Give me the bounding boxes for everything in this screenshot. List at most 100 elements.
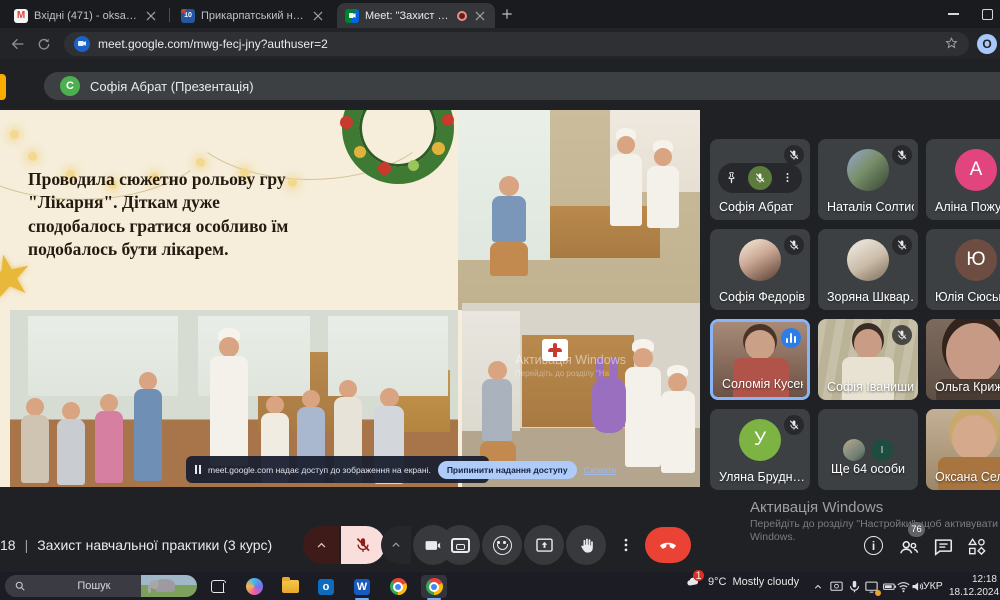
- meeting-details-button[interactable]: i: [864, 536, 886, 558]
- slide-text: Проводила сюжетно рольову гру "Лікарня".…: [28, 168, 458, 261]
- tray-chevron-icon[interactable]: [812, 581, 824, 593]
- tile-sofia-abrat[interactable]: Софія Абрат: [710, 139, 810, 220]
- screen-share-bar: meet.google.com надає доступ до зображен…: [186, 456, 489, 483]
- taskbar-clock[interactable]: 12:18 18.12.2024: [949, 574, 997, 599]
- reactions-button[interactable]: [482, 525, 522, 565]
- word-button[interactable]: W: [349, 575, 375, 598]
- avatar-letter: У: [739, 419, 781, 461]
- mic-off-badge: [784, 415, 804, 435]
- back-icon[interactable]: [10, 36, 26, 52]
- notification-badge: 1: [693, 570, 704, 581]
- cast-icon[interactable]: [829, 579, 844, 594]
- chrome-active-button[interactable]: [421, 575, 447, 598]
- tile-alina-pozhui[interactable]: А Аліна Пожуй: [926, 139, 1000, 220]
- tile-oksana-selep[interactable]: Оксана Селеп: [926, 409, 1000, 490]
- more-options-icon[interactable]: [781, 171, 795, 185]
- clock-time: 12:18: [949, 574, 997, 587]
- browser-toolbar: meet.google.com/mwg-fecj-jny?authuser=2 …: [0, 28, 1000, 59]
- weather-temp: 9°C: [708, 576, 726, 588]
- participant-count-badge: 76: [908, 522, 925, 537]
- participant-name: Аліна Пожуй: [935, 200, 1000, 214]
- activities-button[interactable]: [966, 536, 988, 558]
- participants-grid: Софія Абрат Наталія Солтис А Аліна Пожуй…: [710, 139, 1000, 490]
- slide-photo-purple-bunny: [462, 303, 700, 487]
- avatar-photo: [847, 149, 889, 191]
- meeting-title: Захист навчальної практики (3 курс): [37, 537, 272, 553]
- weather-widget[interactable]: 1 9°C Mostly cloudy: [684, 575, 799, 589]
- end-call-button[interactable]: [645, 527, 691, 563]
- window-minimize-button[interactable]: [936, 0, 970, 28]
- mute-action-icon[interactable]: [748, 166, 772, 190]
- clock-date: 18.12.2024: [949, 587, 997, 600]
- pin-icon[interactable]: [725, 171, 739, 185]
- close-tab-icon[interactable]: [144, 9, 158, 23]
- mic-off-badge: [784, 145, 804, 165]
- participant-name: Ольга Крижан: [935, 380, 1000, 394]
- site-info-icon[interactable]: [74, 36, 90, 52]
- tab-meet-active[interactable]: Meet: "Захист навчальної п: [337, 3, 495, 28]
- tile-sofia-fedoriv[interactable]: Софія Федорів: [710, 229, 810, 310]
- participant-name: Софія Абрат: [719, 200, 806, 214]
- windows-taskbar: Пошук o W 1 9°C Mostly cloudy УКР 12:18 …: [0, 572, 1000, 600]
- participant-name: Наталія Солтис: [827, 200, 914, 214]
- more-options-button[interactable]: [612, 531, 640, 559]
- tile-natalia-soltys[interactable]: Наталія Солтис: [818, 139, 918, 220]
- garland-light: [28, 152, 37, 161]
- address-bar[interactable]: meet.google.com/mwg-fecj-jny?authuser=2: [64, 32, 969, 56]
- new-tab-button[interactable]: [500, 7, 514, 21]
- chrome-button[interactable]: [385, 575, 411, 598]
- avatar-letter: Ю: [955, 239, 997, 281]
- stop-sharing-button[interactable]: Припинити надання доступу: [438, 461, 577, 479]
- mic-control-group: [303, 526, 385, 564]
- presenter-banner[interactable]: С Софія Абрат (Презентація): [44, 72, 1000, 100]
- search-placeholder: Пошук: [77, 580, 133, 592]
- tab-recording-indicator-icon: [457, 11, 467, 21]
- wifi-icon[interactable]: [896, 579, 911, 594]
- mic-options-chevron[interactable]: [303, 526, 339, 564]
- battery-icon[interactable]: [882, 579, 897, 594]
- tile-olha-kryzhan[interactable]: Ольга Крижан: [926, 319, 1000, 400]
- chat-button[interactable]: [932, 536, 954, 558]
- smile-icon: [493, 536, 512, 555]
- tab-title: Вхідні (471) - oksana.selepiy@: [34, 10, 138, 22]
- info-divider: |: [25, 537, 29, 553]
- tab-title: Meet: "Захист навчальної п: [365, 10, 451, 22]
- outlook-button[interactable]: o: [313, 575, 339, 598]
- people-button[interactable]: [898, 536, 920, 558]
- reload-icon[interactable]: [36, 36, 52, 52]
- tab-gmail[interactable]: M Вхідні (471) - oksana.selepiy@: [6, 3, 166, 28]
- bookmark-star-icon[interactable]: [944, 36, 959, 51]
- tile-solomia-kusen-speaking[interactable]: Соломія Кусень: [710, 319, 810, 400]
- close-tab-icon[interactable]: [311, 9, 325, 23]
- mic-muted-button[interactable]: [341, 526, 385, 564]
- garland-light: [196, 158, 205, 167]
- hide-share-bar-link[interactable]: Сховати: [584, 465, 617, 475]
- browser-profile-avatar[interactable]: O: [977, 34, 997, 54]
- tile-yulia-siusko[interactable]: Ю Юлія Сюсько: [926, 229, 1000, 310]
- language-indicator[interactable]: УКР: [923, 580, 943, 592]
- window-maximize-button[interactable]: [970, 0, 1000, 28]
- captions-button[interactable]: [440, 525, 480, 565]
- tile-sofia-ivanyshyn[interactable]: Софія Іванишин: [818, 319, 918, 400]
- taskbar-search[interactable]: Пошук: [5, 575, 197, 597]
- copilot-button[interactable]: [241, 575, 267, 598]
- close-tab-icon[interactable]: [473, 9, 487, 23]
- task-view-button[interactable]: [205, 575, 231, 598]
- url-text[interactable]: meet.google.com/mwg-fecj-jny?authuser=2: [98, 37, 936, 51]
- tile-more-people[interactable]: І Ще 64 особи: [818, 409, 918, 490]
- meeting-info: 18 | Захист навчальної практики (3 курс): [0, 537, 272, 553]
- tile-uliana-brudn[interactable]: У Уляна Брудн…: [710, 409, 810, 490]
- file-explorer-button[interactable]: [277, 575, 303, 598]
- raise-hand-button[interactable]: [566, 525, 606, 565]
- tab-university[interactable]: 10 Прикарпатський національни: [173, 3, 333, 28]
- cc-icon: [451, 538, 470, 553]
- screen-share-tray-icon[interactable]: [864, 579, 879, 594]
- garland-light: [10, 130, 19, 139]
- tray-mic-icon[interactable]: [847, 579, 862, 594]
- present-button[interactable]: [524, 525, 564, 565]
- tile-zoriana-shkvar[interactable]: Зоряна Шквар…: [818, 229, 918, 310]
- side-panel-tab[interactable]: [0, 74, 6, 100]
- participant-name: Софія Іванишин: [827, 380, 914, 394]
- camera-options-chevron[interactable]: [381, 526, 411, 564]
- participant-name: Юлія Сюсько: [935, 290, 1000, 304]
